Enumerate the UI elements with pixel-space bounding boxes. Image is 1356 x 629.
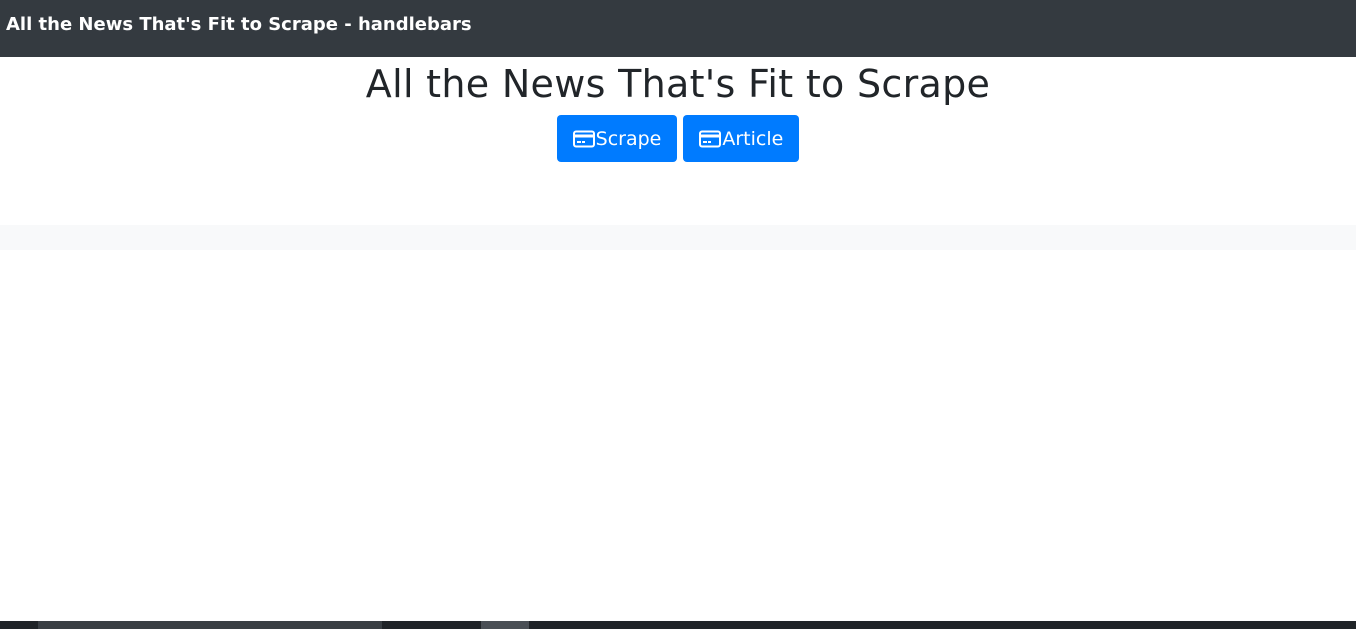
navbar: All the News That's Fit to Scrape - hand… xyxy=(0,0,1356,57)
button-row: Scrape Article xyxy=(0,115,1356,162)
navbar-brand[interactable]: All the News That's Fit to Scrape - hand… xyxy=(6,14,472,35)
taskbar-item[interactable] xyxy=(38,621,382,629)
article-button-label: Article xyxy=(722,127,784,150)
credit-card-icon xyxy=(699,130,722,148)
taskbar-item[interactable] xyxy=(481,621,529,629)
os-taskbar xyxy=(0,621,1356,629)
scrape-button[interactable]: Scrape xyxy=(556,115,678,162)
credit-card-icon xyxy=(572,130,595,148)
articles-container xyxy=(0,225,1356,250)
article-button[interactable]: Article xyxy=(683,115,800,162)
page-title: All the News That's Fit to Scrape xyxy=(365,62,991,106)
scrape-button-label: Scrape xyxy=(595,127,662,150)
header-section: All the News That's Fit to Scrape Scrape xyxy=(0,57,1356,162)
